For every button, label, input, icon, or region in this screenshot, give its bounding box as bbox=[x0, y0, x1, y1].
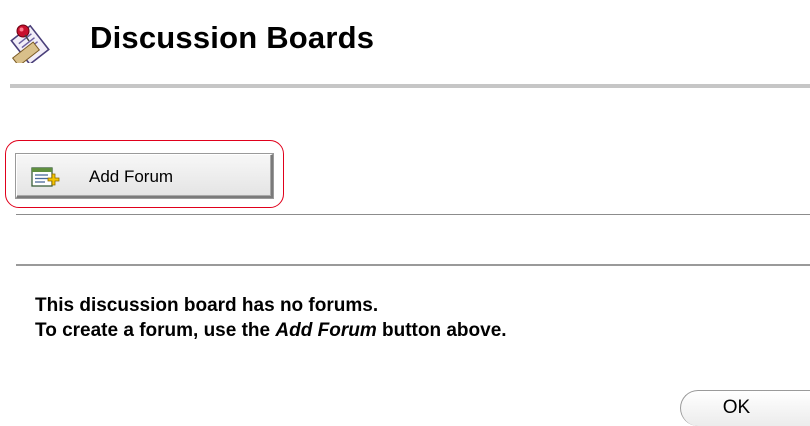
message-add-forum-reference: Add Forum bbox=[275, 320, 377, 341]
message-text-after: button above. bbox=[376, 320, 507, 341]
divider-top bbox=[16, 214, 810, 215]
ok-button[interactable]: OK bbox=[680, 390, 810, 426]
header-divider bbox=[10, 84, 810, 88]
add-forum-icon bbox=[31, 166, 61, 188]
page-title: Discussion Boards bbox=[90, 20, 375, 55]
divider-bottom bbox=[16, 264, 810, 266]
message-line-1: This discussion board has no forums. bbox=[35, 295, 379, 316]
empty-forums-message: This discussion board has no forums. To … bbox=[35, 293, 507, 343]
add-forum-label: Add Forum bbox=[89, 167, 174, 186]
add-forum-button[interactable]: Add Forum bbox=[16, 154, 273, 198]
message-text-before: To create a forum, use the bbox=[35, 320, 276, 341]
discussion-board-icon bbox=[9, 19, 53, 67]
message-line-2: To create a forum, use the Add Forum but… bbox=[35, 318, 507, 343]
